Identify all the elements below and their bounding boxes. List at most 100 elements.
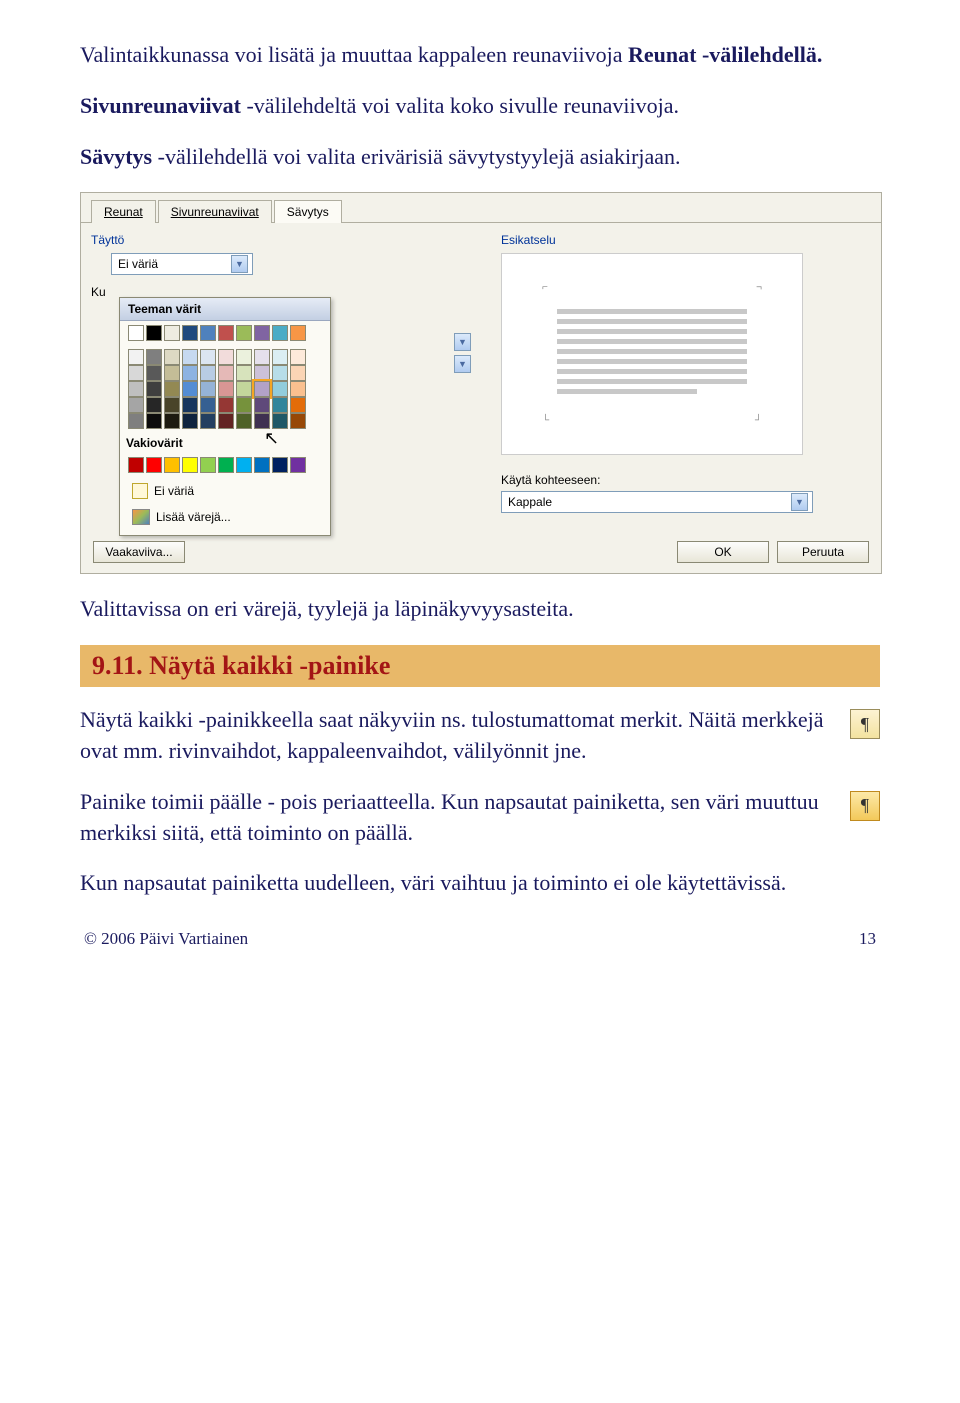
- color-swatch[interactable]: [236, 349, 252, 365]
- color-swatch[interactable]: [290, 457, 306, 473]
- color-swatch[interactable]: [272, 365, 288, 381]
- color-swatch[interactable]: [164, 381, 180, 397]
- color-swatch[interactable]: [128, 325, 144, 341]
- color-swatch[interactable]: [290, 325, 306, 341]
- color-swatch[interactable]: [146, 325, 162, 341]
- color-swatch[interactable]: [272, 413, 288, 429]
- color-swatch[interactable]: [200, 397, 216, 413]
- color-swatch[interactable]: [218, 457, 234, 473]
- horizontal-line-button[interactable]: Vaakaviiva...: [93, 541, 185, 563]
- show-all-button-icon[interactable]: ¶: [850, 709, 880, 739]
- ok-button[interactable]: OK: [677, 541, 769, 563]
- fill-color-combo[interactable]: Ei väriä ▼: [111, 253, 253, 275]
- color-swatch[interactable]: [128, 413, 144, 429]
- preview-text-lines: [557, 309, 747, 399]
- color-swatch[interactable]: [218, 349, 234, 365]
- color-swatch[interactable]: [200, 457, 216, 473]
- color-swatch[interactable]: [182, 381, 198, 397]
- tab-shading[interactable]: Sävytys: [274, 200, 342, 223]
- color-swatch[interactable]: [254, 413, 270, 429]
- color-swatch[interactable]: [164, 413, 180, 429]
- apply-to-combo[interactable]: Kappale ▼: [501, 491, 813, 513]
- color-swatch[interactable]: [146, 349, 162, 365]
- fill-label: Täyttö: [91, 233, 461, 247]
- section-heading: 9.11. Näytä kaikki -painike: [80, 645, 880, 687]
- color-swatch[interactable]: [254, 381, 270, 397]
- tab-page-borders[interactable]: Sivunreunaviivat: [158, 200, 272, 223]
- paragraph-body-3: Kun napsautat painiketta uudelleen, väri…: [80, 868, 880, 899]
- footer-copyright: © 2006 Päivi Vartiainen: [84, 929, 248, 949]
- chevron-down-icon[interactable]: ▼: [231, 255, 248, 273]
- theme-colors-header: Teeman värit: [120, 298, 330, 321]
- color-swatch[interactable]: [218, 413, 234, 429]
- tab-borders[interactable]: Reunat: [91, 200, 156, 223]
- cancel-button[interactable]: Peruuta: [777, 541, 869, 563]
- color-swatch[interactable]: [200, 365, 216, 381]
- color-swatch[interactable]: [146, 457, 162, 473]
- paragraph-intro-3: Sävytys -välilehdellä voi valita eriväri…: [80, 142, 880, 173]
- color-swatch[interactable]: [290, 365, 306, 381]
- theme-tint-swatches: [120, 345, 330, 433]
- color-swatch[interactable]: [272, 349, 288, 365]
- color-swatch[interactable]: [164, 457, 180, 473]
- color-swatch[interactable]: [254, 349, 270, 365]
- color-swatch[interactable]: [290, 381, 306, 397]
- color-swatch[interactable]: [236, 325, 252, 341]
- color-swatch[interactable]: [290, 397, 306, 413]
- color-swatch[interactable]: [272, 325, 288, 341]
- color-swatch[interactable]: [164, 325, 180, 341]
- color-swatch[interactable]: [218, 397, 234, 413]
- theme-color-swatches: [120, 321, 330, 345]
- color-swatch[interactable]: [290, 349, 306, 365]
- color-swatch[interactable]: [128, 365, 144, 381]
- color-swatch[interactable]: [200, 381, 216, 397]
- color-swatch[interactable]: [254, 397, 270, 413]
- color-swatch[interactable]: [164, 397, 180, 413]
- color-swatch[interactable]: [218, 325, 234, 341]
- show-all-button-active-icon[interactable]: ¶: [850, 791, 880, 821]
- color-swatch[interactable]: [236, 397, 252, 413]
- standard-color-swatches: [120, 453, 330, 477]
- color-swatch[interactable]: [236, 365, 252, 381]
- color-swatch[interactable]: [128, 381, 144, 397]
- color-swatch[interactable]: [164, 349, 180, 365]
- chevron-down-icon[interactable]: ▼: [454, 355, 471, 373]
- color-swatch[interactable]: [272, 457, 288, 473]
- color-swatch[interactable]: [236, 413, 252, 429]
- color-swatch[interactable]: [272, 397, 288, 413]
- no-color-option[interactable]: Ei väriä: [124, 479, 326, 503]
- page-footer: © 2006 Päivi Vartiainen 13: [80, 929, 880, 949]
- color-swatch[interactable]: [272, 381, 288, 397]
- corner-marker-icon: ⌐: [542, 282, 548, 293]
- color-swatch[interactable]: [128, 397, 144, 413]
- color-swatch[interactable]: [200, 349, 216, 365]
- chevron-down-icon[interactable]: ▼: [791, 493, 808, 511]
- color-swatch[interactable]: [146, 413, 162, 429]
- chevron-down-icon[interactable]: ▼: [454, 333, 471, 351]
- more-colors-option[interactable]: Lisää värejä...: [124, 505, 326, 529]
- color-swatch[interactable]: [182, 349, 198, 365]
- color-swatch[interactable]: [146, 397, 162, 413]
- color-swatch[interactable]: [236, 381, 252, 397]
- color-swatch[interactable]: [236, 457, 252, 473]
- color-swatch[interactable]: [128, 349, 144, 365]
- color-swatch[interactable]: [254, 325, 270, 341]
- color-swatch[interactable]: [182, 457, 198, 473]
- color-swatch[interactable]: [218, 365, 234, 381]
- color-swatch[interactable]: [254, 457, 270, 473]
- color-swatch[interactable]: [200, 325, 216, 341]
- color-swatch[interactable]: [182, 365, 198, 381]
- color-swatch[interactable]: [146, 365, 162, 381]
- color-swatch[interactable]: [182, 397, 198, 413]
- color-swatch[interactable]: [164, 365, 180, 381]
- color-swatch[interactable]: [290, 413, 306, 429]
- color-swatch[interactable]: [182, 413, 198, 429]
- color-swatch[interactable]: [254, 365, 270, 381]
- text-bold: Sivunreunaviivat: [80, 93, 241, 118]
- more-colors-label: Lisää värejä...: [156, 510, 231, 524]
- color-swatch[interactable]: [200, 413, 216, 429]
- color-swatch[interactable]: [218, 381, 234, 397]
- color-swatch[interactable]: [182, 325, 198, 341]
- color-swatch[interactable]: [146, 381, 162, 397]
- color-swatch[interactable]: [128, 457, 144, 473]
